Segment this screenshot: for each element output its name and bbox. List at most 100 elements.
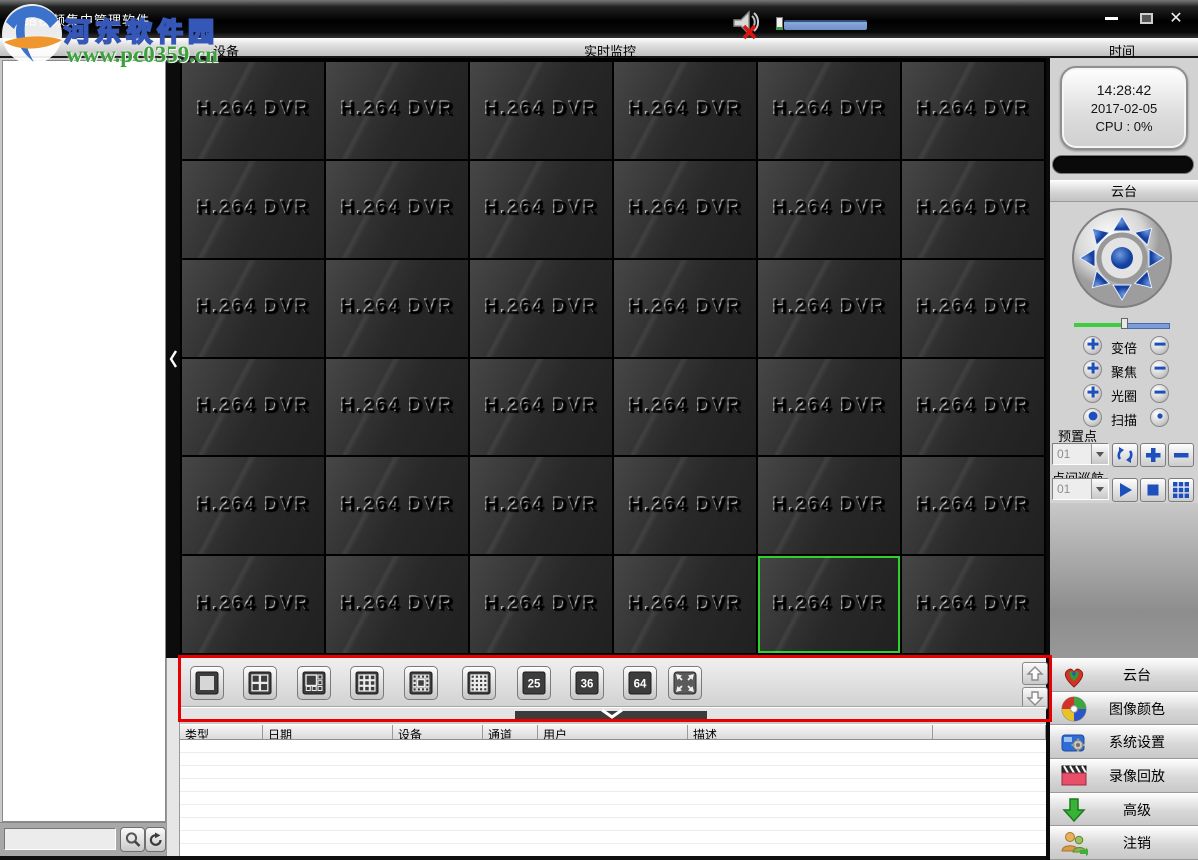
slider-thumb[interactable] (1121, 318, 1128, 329)
video-cell[interactable]: H.264 DVR (326, 259, 468, 357)
video-cell[interactable]: H.264 DVR (902, 358, 1044, 456)
preset-select[interactable]: 01 (1052, 443, 1109, 465)
log-table-body[interactable] (180, 740, 1046, 856)
变倍-minus-button[interactable] (1150, 336, 1169, 355)
video-cell[interactable]: H.264 DVR (758, 259, 900, 357)
video-cell-selected[interactable]: H.264 DVR (758, 556, 900, 653)
scroll-up-button[interactable] (1022, 662, 1048, 685)
preset-delete-button[interactable] (1168, 443, 1194, 467)
layout-4-button[interactable] (243, 666, 277, 700)
volume-thumb[interactable] (776, 17, 783, 30)
layout-13-button[interactable] (404, 666, 438, 700)
layout-36-button[interactable]: 36 (570, 666, 604, 700)
menu-button-录像回放[interactable]: 录像回放 (1050, 759, 1198, 793)
video-cell[interactable]: H.264 DVR (614, 556, 756, 653)
video-cell[interactable]: H.264 DVR (470, 457, 612, 555)
video-cell-label: H.264 DVR (470, 197, 612, 219)
layout-16-button[interactable] (462, 666, 496, 700)
video-cell[interactable]: H.264 DVR (470, 259, 612, 357)
video-cell[interactable]: H.264 DVR (326, 457, 468, 555)
video-cell-label: H.264 DVR (326, 197, 468, 219)
video-cell[interactable]: H.264 DVR (470, 358, 612, 456)
fullscreen-button[interactable] (668, 666, 702, 700)
video-cell[interactable]: H.264 DVR (470, 62, 612, 159)
mute-button[interactable] (728, 8, 764, 42)
video-cell[interactable]: H.264 DVR (326, 358, 468, 456)
video-cell[interactable]: H.264 DVR (182, 556, 324, 653)
preset-refresh-button[interactable] (1112, 443, 1138, 467)
volume-slider[interactable] (784, 20, 867, 30)
video-cell[interactable]: H.264 DVR (326, 556, 468, 653)
video-cell[interactable]: H.264 DVR (614, 259, 756, 357)
cruise-dropdown-button[interactable] (1091, 479, 1108, 499)
video-cell[interactable]: H.264 DVR (758, 457, 900, 555)
video-cell-label: H.264 DVR (758, 296, 900, 318)
video-cell[interactable]: H.264 DVR (614, 358, 756, 456)
ptz-direction-pad[interactable] (1070, 206, 1174, 310)
video-cell[interactable]: H.264 DVR (902, 457, 1044, 555)
聚焦-minus-button[interactable] (1150, 360, 1169, 379)
log-column-header[interactable]: 类型 (180, 725, 263, 739)
app-window: 网络视频集中管理软件 ✕ 设备 实时监控 时间 河东软件园 www.pc0359… (0, 0, 1198, 860)
menu-button-注销[interactable]: 注销 (1050, 826, 1198, 860)
cruise-play-button[interactable] (1112, 478, 1138, 502)
video-cell[interactable]: H.264 DVR (182, 62, 324, 159)
panel-collapse-strip[interactable] (166, 60, 180, 658)
video-cell[interactable]: H.264 DVR (182, 457, 324, 555)
video-cell[interactable]: H.264 DVR (326, 62, 468, 159)
search-input[interactable] (4, 828, 116, 850)
menu-button-系统设置[interactable]: 系统设置 (1050, 725, 1198, 760)
video-cell[interactable]: H.264 DVR (902, 160, 1044, 258)
close-button[interactable]: ✕ (1163, 8, 1189, 28)
video-cell[interactable]: H.264 DVR (182, 259, 324, 357)
layout-64-button[interactable]: 64 (623, 666, 657, 700)
maximize-button[interactable] (1133, 8, 1159, 28)
video-cell[interactable]: H.264 DVR (758, 358, 900, 456)
log-column-header[interactable]: 用户 (538, 725, 688, 739)
log-column-header[interactable]: 设备 (393, 725, 483, 739)
device-tree-panel[interactable] (2, 60, 166, 822)
video-cell[interactable]: H.264 DVR (614, 457, 756, 555)
video-cell[interactable]: H.264 DVR (902, 259, 1044, 357)
bottom-scroll-strip[interactable] (180, 706, 1046, 722)
log-column-header[interactable]: 日期 (263, 725, 393, 739)
cruise-track-button[interactable] (1168, 478, 1194, 502)
log-column-header[interactable]: 通道 (483, 725, 538, 739)
ptz-speed-slider[interactable] (1074, 318, 1170, 330)
layout-1-icon (195, 671, 219, 695)
video-cell[interactable]: H.264 DVR (902, 556, 1044, 653)
log-column-header[interactable]: 描述 (688, 725, 933, 739)
video-cell[interactable]: H.264 DVR (758, 62, 900, 159)
扫描-dot-small-button[interactable] (1150, 408, 1169, 427)
cruise-stop-button[interactable] (1140, 478, 1166, 502)
layout-1-button[interactable] (190, 666, 224, 700)
video-cell[interactable]: H.264 DVR (614, 160, 756, 258)
panel-filler (1050, 503, 1198, 658)
menu-button-图像颜色[interactable]: 图像颜色 (1050, 691, 1198, 726)
title-bar[interactable]: 网络视频集中管理软件 ✕ (0, 0, 1198, 38)
refresh-button[interactable] (145, 827, 166, 852)
preset-dropdown-button[interactable] (1091, 444, 1108, 464)
layout-9-button[interactable] (350, 666, 384, 700)
video-cell[interactable]: H.264 DVR (470, 556, 612, 653)
menu-button-高级[interactable]: 高级 (1050, 792, 1198, 827)
minimize-button[interactable] (1098, 8, 1124, 28)
layout-25-button[interactable]: 25 (517, 666, 551, 700)
clock-date: 2017-02-05 (1090, 101, 1158, 116)
video-cell[interactable]: H.264 DVR (470, 160, 612, 258)
video-cell[interactable]: H.264 DVR (182, 160, 324, 258)
preset-add-button[interactable] (1140, 443, 1166, 467)
system-settings-icon (1060, 728, 1090, 756)
光圈-minus-button[interactable] (1150, 384, 1169, 403)
video-cell[interactable]: H.264 DVR (326, 160, 468, 258)
video-cell[interactable]: H.264 DVR (902, 62, 1044, 159)
ptz-center-button[interactable] (1111, 247, 1133, 269)
video-cell[interactable]: H.264 DVR (758, 160, 900, 258)
video-cell[interactable]: H.264 DVR (614, 62, 756, 159)
video-cell[interactable]: H.264 DVR (182, 358, 324, 456)
layout-6-button[interactable] (297, 666, 331, 700)
collapse-down-icon[interactable] (598, 708, 626, 720)
menu-button-云台[interactable]: 云台 (1050, 658, 1198, 692)
search-button[interactable] (120, 827, 145, 852)
cruise-select[interactable]: 01 (1052, 478, 1109, 500)
